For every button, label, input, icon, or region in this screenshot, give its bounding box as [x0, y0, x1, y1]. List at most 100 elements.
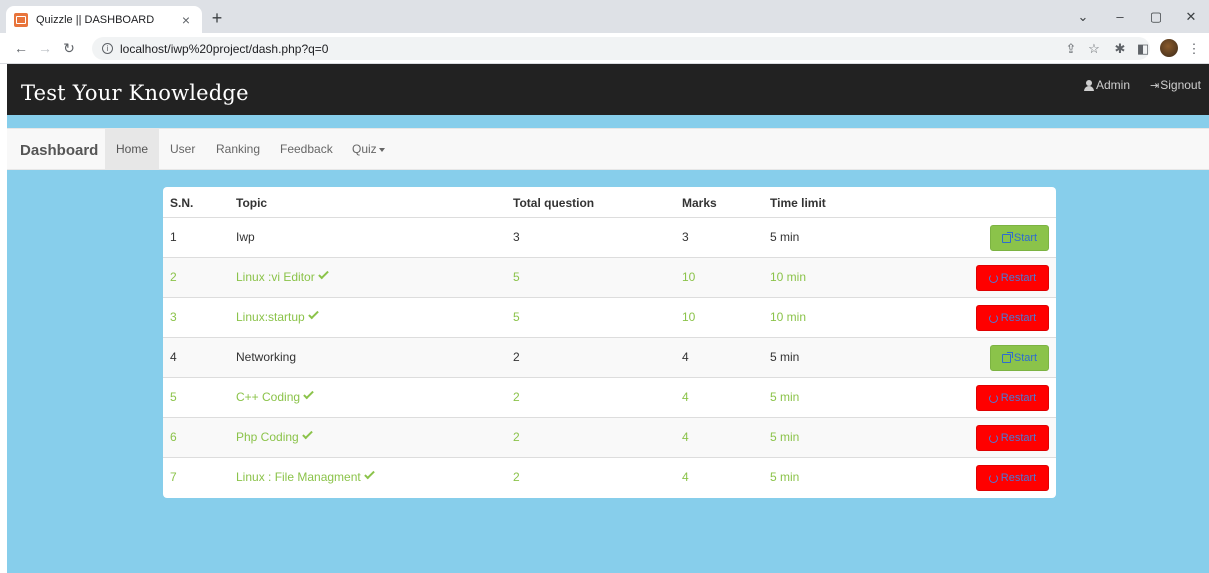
- refresh-icon: [988, 273, 998, 283]
- cell-time-limit-text: 5 min: [770, 430, 800, 444]
- cell-topic: Networking: [236, 350, 296, 364]
- profile-avatar[interactable]: [1160, 39, 1178, 57]
- extensions-puzzle-icon[interactable]: ✱: [1111, 41, 1129, 57]
- header-marks: Marks: [682, 196, 717, 210]
- cell-marks-text: 10: [682, 310, 696, 324]
- nav-item-user[interactable]: User: [159, 129, 206, 169]
- table-row: 6 Php Coding 2 4 5 min Restart: [163, 417, 1056, 457]
- cell-marks: 10: [682, 270, 695, 284]
- check-icon: [301, 428, 313, 440]
- button-label: Restart: [1000, 272, 1037, 284]
- header-time-limit: Time limit: [770, 196, 826, 210]
- restart-quiz-button[interactable]: Restart: [976, 265, 1049, 291]
- external-link-icon: [1001, 351, 1013, 363]
- admin-label: Admin: [1096, 78, 1131, 92]
- cell-sn: 3: [170, 310, 177, 324]
- cell-marks-text: 10: [682, 270, 696, 284]
- cell-topic-text: Php Coding: [236, 430, 299, 444]
- cell-time-limit-text: 5 min: [770, 230, 800, 244]
- start-quiz-button[interactable]: Start: [990, 345, 1049, 371]
- start-quiz-button[interactable]: Start: [990, 225, 1049, 251]
- cell-time-limit-text: 5 min: [770, 350, 800, 364]
- cell-marks-text: 3: [682, 230, 689, 244]
- window-restore-button[interactable]: ▢: [1146, 9, 1166, 25]
- restart-quiz-button[interactable]: Restart: [976, 465, 1049, 491]
- cell-topic-text: Networking: [236, 350, 297, 364]
- header-sn: S.N.: [170, 196, 194, 210]
- cell-sn-text: 6: [170, 430, 177, 444]
- admin-link[interactable]: Admin: [1084, 78, 1130, 92]
- browser-menu-icon[interactable]: ⋮: [1185, 41, 1203, 57]
- cell-marks-text: 4: [682, 350, 689, 364]
- side-panel-icon[interactable]: ◧: [1134, 41, 1152, 57]
- restart-quiz-button[interactable]: Restart: [976, 305, 1049, 331]
- cell-total-question: 2: [513, 350, 520, 364]
- button-label: Start: [1013, 232, 1038, 244]
- reload-icon[interactable]: ↻: [60, 40, 78, 57]
- refresh-icon: [988, 393, 998, 403]
- restart-quiz-button[interactable]: Restart: [976, 385, 1049, 411]
- cell-total-question-text: 2: [513, 390, 520, 404]
- forward-arrow-icon[interactable]: →: [36, 40, 54, 56]
- cell-time-limit: 5 min: [770, 470, 799, 484]
- cell-total-question-text: 2: [513, 350, 520, 364]
- header-topic: Topic: [236, 196, 268, 210]
- cell-time-limit: 10 min: [770, 310, 806, 324]
- cell-topic: Linux :vi Editor: [236, 268, 329, 284]
- share-icon[interactable]: ⇪: [1062, 41, 1080, 57]
- table-row: 3 Linux:startup 5 10 10 min Restart: [163, 297, 1056, 337]
- cell-topic-text: Linux : File Managment: [236, 470, 361, 484]
- table-row: 1 Iwp 3 3 5 min Start: [163, 217, 1056, 257]
- cell-total-question: 5: [513, 270, 520, 284]
- nav-item-quiz-dropdown[interactable]: Quiz: [341, 129, 396, 169]
- url-text: localhost/iwp%20project/dash.php?q=0: [120, 41, 329, 56]
- cell-sn-text: 4: [170, 350, 177, 364]
- nav-item-ranking[interactable]: Ranking: [205, 129, 271, 169]
- back-arrow-icon[interactable]: ←: [12, 40, 30, 56]
- table-row: 2 Linux :vi Editor 5 10 10 min Restart: [163, 257, 1056, 297]
- cell-marks: 4: [682, 430, 689, 444]
- site-info-icon[interactable]: i: [102, 43, 113, 54]
- window-minimize-button[interactable]: –: [1110, 9, 1130, 24]
- cell-sn-text: 1: [170, 230, 177, 244]
- cell-topic-text: C++ Coding: [236, 390, 301, 404]
- cell-sn: 6: [170, 430, 177, 444]
- table-header-row: S.N. Topic Total question Marks Time lim…: [163, 187, 1056, 217]
- nav-item-home[interactable]: Home: [105, 129, 160, 169]
- url-field[interactable]: i localhost/iwp%20project/dash.php?q=0: [92, 37, 1150, 60]
- browser-tab-strip: Quizzle || DASHBOARD × + ⌄ – ▢ ✕: [0, 0, 1209, 33]
- signout-link[interactable]: ⇥ Signout: [1150, 78, 1201, 92]
- navbar-brand[interactable]: Dashboard: [20, 142, 98, 159]
- cell-sn-text: 2: [170, 270, 177, 284]
- quiz-table-panel: S.N. Topic Total question Marks Time lim…: [163, 187, 1056, 498]
- cell-total-question: 5: [513, 310, 520, 324]
- cell-total-question-text: 2: [513, 470, 520, 484]
- cell-marks: 4: [682, 350, 689, 364]
- cell-topic: C++ Coding: [236, 388, 314, 404]
- cell-sn: 5: [170, 390, 177, 404]
- nav-item-feedback[interactable]: Feedback: [269, 129, 344, 169]
- tab-search-dropdown-icon[interactable]: ⌄: [1073, 9, 1093, 25]
- browser-tab[interactable]: Quizzle || DASHBOARD ×: [6, 6, 202, 33]
- cell-time-limit: 5 min: [770, 350, 799, 364]
- cell-total-question-text: 2: [513, 430, 520, 444]
- main-navbar: Dashboard Home User Ranking Feedback Qui…: [7, 128, 1209, 170]
- quiz-label: Quiz: [352, 142, 377, 156]
- window-close-button[interactable]: ✕: [1181, 9, 1201, 25]
- cell-topic-text: Linux:startup: [236, 310, 305, 324]
- browser-address-bar: ← → ↻ i localhost/iwp%20project/dash.php…: [0, 33, 1209, 64]
- cell-total-question: 2: [513, 470, 520, 484]
- cell-sn-text: 5: [170, 390, 177, 404]
- cell-time-limit: 5 min: [770, 230, 799, 244]
- cell-sn: 7: [170, 470, 177, 484]
- caret-down-icon: [378, 147, 385, 152]
- tab-close-icon[interactable]: ×: [178, 12, 194, 28]
- signout-label: Signout: [1160, 78, 1201, 92]
- new-tab-button[interactable]: +: [206, 8, 228, 29]
- bookmark-star-icon[interactable]: ☆: [1085, 41, 1103, 57]
- restart-quiz-button[interactable]: Restart: [976, 425, 1049, 451]
- cell-time-limit-text: 5 min: [770, 390, 800, 404]
- check-icon: [317, 268, 329, 280]
- button-label: Restart: [1000, 392, 1037, 404]
- check-icon: [363, 468, 375, 480]
